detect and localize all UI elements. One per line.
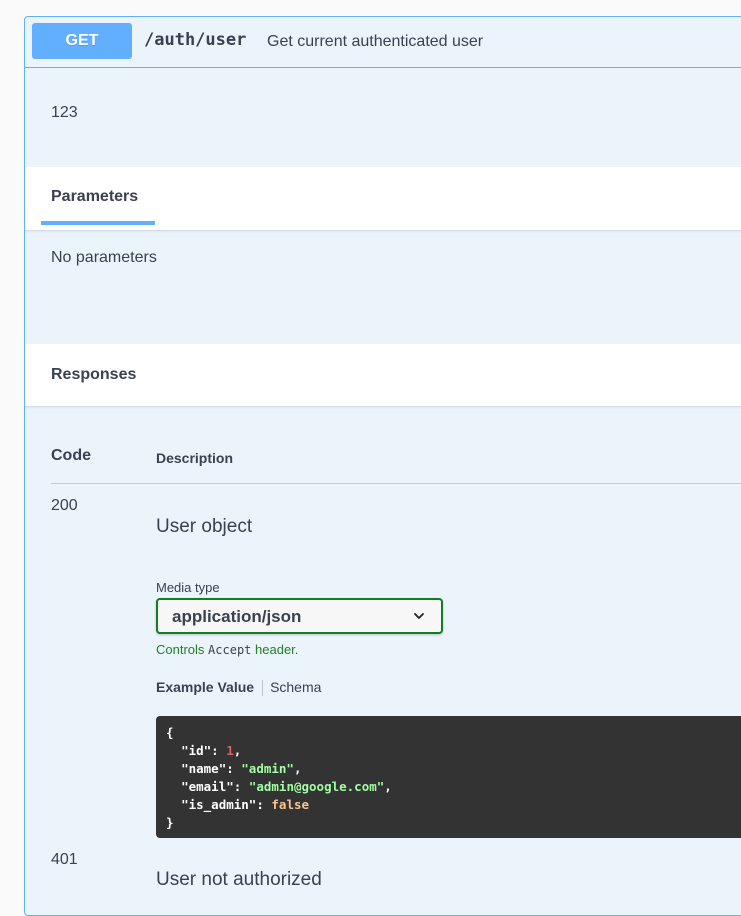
json-value: "admin@google.com"	[248, 779, 385, 794]
chevron-down-icon	[414, 613, 424, 619]
controls-accept-header-note: Controls Accept header.	[156, 642, 298, 657]
responses-title: Responses	[51, 366, 137, 383]
json-key: "email"	[181, 779, 234, 794]
controls-accept-code: Accept	[208, 643, 252, 657]
responses-header-description: Description	[156, 450, 234, 466]
media-type-select[interactable]: application/json	[156, 598, 443, 634]
response-description-401: User not authorized	[156, 869, 322, 890]
controls-suffix: header.	[255, 642, 299, 657]
responses-header-code: Code	[51, 447, 91, 464]
response-description-200: User object	[156, 516, 253, 537]
operation-summary[interactable]: GET /auth/user Get current authenticated…	[25, 17, 741, 68]
no-parameters-text: No parameters	[51, 249, 157, 266]
tab-example-value[interactable]: Example Value	[156, 679, 254, 695]
method-badge: GET	[32, 23, 132, 59]
controls-prefix: Controls	[156, 642, 205, 657]
example-value-code-block: { "id": 1, "name": "admin", "email": "ad…	[156, 716, 741, 838]
json-value: false	[271, 797, 310, 812]
operation-description: 123	[51, 104, 78, 121]
json-close-brace: }	[166, 815, 174, 830]
tab-parameters[interactable]: Parameters	[51, 188, 138, 206]
media-type-selected-value: application/json	[172, 607, 302, 626]
json-key: "is_admin"	[181, 797, 257, 812]
operation-path: /auth/user	[144, 30, 247, 50]
operation-summary-text: Get current authenticated user	[267, 33, 484, 50]
tab-separator	[262, 680, 264, 697]
tab-parameters-active-indicator	[41, 221, 155, 225]
operation-block-get-auth-user: GET /auth/user Get current authenticated…	[24, 16, 741, 916]
json-value: 1	[226, 743, 234, 758]
example-json: { "id": 1, "name": "admin", "email": "ad…	[166, 725, 392, 830]
tab-schema[interactable]: Schema	[270, 679, 321, 695]
response-code-401: 401	[51, 851, 78, 868]
response-code-200: 200	[51, 497, 78, 514]
json-value: "admin"	[241, 761, 294, 776]
media-type-label: Media type	[156, 580, 220, 595]
json-key: "id"	[181, 743, 212, 758]
json-key: "name"	[181, 761, 227, 776]
responses-header-divider	[51, 483, 741, 484]
example-schema-tabs: Example Value Schema	[156, 679, 321, 697]
json-open-brace: {	[166, 725, 174, 740]
